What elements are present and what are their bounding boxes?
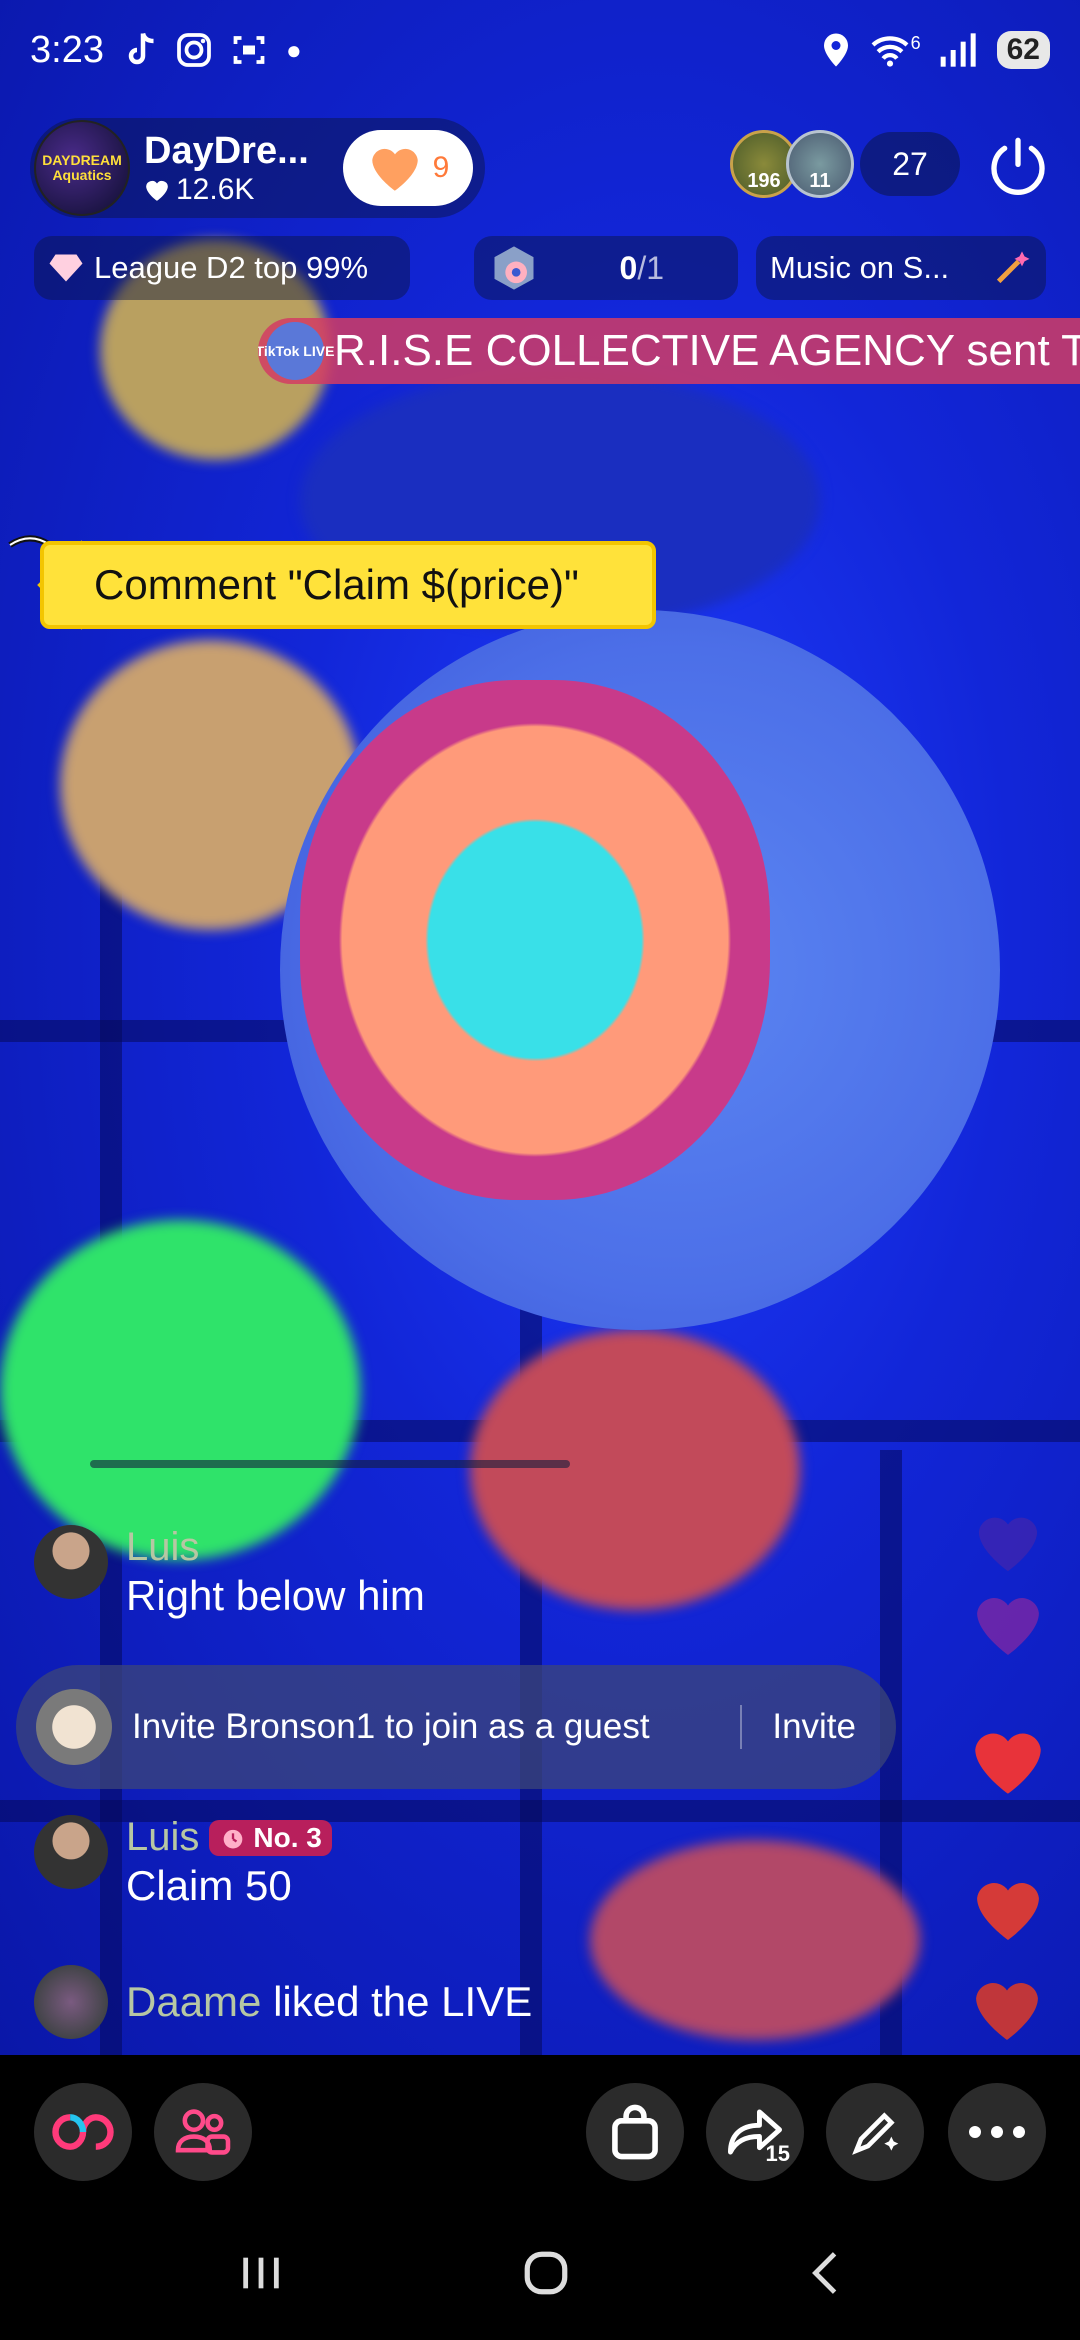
signal-icon xyxy=(940,33,976,67)
goal-chip[interactable]: 0/1 xyxy=(474,236,738,300)
activity-text: liked the LIVE xyxy=(273,1978,533,2025)
comment-text: Right below him xyxy=(126,1572,425,1619)
shop-button[interactable] xyxy=(586,2083,684,2181)
host-likes: 12.6K xyxy=(144,173,324,207)
share-button[interactable]: 15 xyxy=(706,2083,804,2181)
screenshot-icon xyxy=(233,36,265,64)
follow-button[interactable]: 9 xyxy=(343,130,473,206)
multi-guest-button[interactable] xyxy=(34,2083,132,2181)
bottom-toolbar: 15 xyxy=(0,2055,1080,2205)
host-name: DayDre... xyxy=(144,129,309,172)
comment-divider xyxy=(90,1460,570,1468)
league-chip[interactable]: League D2 top 99% xyxy=(34,236,410,300)
top-viewer-1-score: 196 xyxy=(747,170,781,192)
status-bar: 3:23 ● 6 62 xyxy=(0,0,1080,100)
commenter-name[interactable]: Luis xyxy=(126,1525,425,1570)
activity-user[interactable]: Daame xyxy=(126,1978,261,2025)
invite-button[interactable]: Invite xyxy=(762,1707,876,1747)
instagram-icon xyxy=(177,33,211,67)
league-label: League D2 top 99% xyxy=(94,250,369,285)
people-icon xyxy=(175,2109,231,2155)
host-profile-pill[interactable]: DAYDREAM Aquatics DayDre... 12.6K 9 xyxy=(30,118,485,218)
heart-icon xyxy=(976,1983,1038,2040)
alarm-clock-icon xyxy=(224,1829,243,1848)
commenter-name-row: Luis No. 3 xyxy=(126,1815,332,1860)
back-icon[interactable] xyxy=(808,2250,842,2296)
invite-divider xyxy=(740,1705,743,1749)
guest-invite-bar: Invite Bronson1 to join as a guest Invit… xyxy=(16,1665,896,1789)
effects-button[interactable] xyxy=(826,2083,924,2181)
wifi-label: 6 xyxy=(910,33,921,53)
goal-gift-icon xyxy=(494,246,534,290)
activity-avatar[interactable] xyxy=(34,1965,108,2039)
heart-fill-icon xyxy=(371,148,418,191)
heart-icon xyxy=(146,180,168,201)
gift-banner-text: R.I.S.E COLLECTIVE AGENCY sent T xyxy=(334,326,1080,375)
magic-pen-icon xyxy=(852,2112,899,2155)
coral-green xyxy=(0,1220,360,1560)
notification-dot-icon: ● xyxy=(285,34,302,65)
tiktok-icon xyxy=(128,32,154,65)
battery-indicator: 62 xyxy=(996,31,1050,69)
diamond-icon xyxy=(49,254,83,282)
viewer-count[interactable]: 27 xyxy=(860,132,960,196)
power-icon[interactable] xyxy=(986,135,1050,199)
goal-progress: 0 xyxy=(619,249,638,286)
goal-total: /1 xyxy=(637,249,664,286)
invitee-avatar xyxy=(36,1689,112,1765)
activity-item[interactable]: Daame liked the LIVE xyxy=(34,1965,532,2039)
host-avatar[interactable]: DAYDREAM Aquatics xyxy=(34,120,130,216)
floating-hearts xyxy=(960,1500,1060,2040)
coral-red xyxy=(470,1330,800,1610)
wifi-icon: 6 xyxy=(869,33,921,67)
music-label: Music on S... xyxy=(770,250,950,285)
magic-wand-icon xyxy=(996,251,1030,284)
home-icon[interactable] xyxy=(521,2248,571,2298)
top-viewer-2-score: 11 xyxy=(809,170,831,192)
heart-icon xyxy=(977,1598,1039,1655)
comment-item[interactable]: Luis Right below him xyxy=(34,1525,425,1620)
location-icon xyxy=(823,33,848,67)
comment-item[interactable]: Luis No. 3 Claim 50 xyxy=(34,1815,332,1910)
link-loop-icon xyxy=(52,2114,114,2150)
guests-button[interactable] xyxy=(154,2083,252,2181)
price-tag-sticker[interactable]: Comment "Claim $(price)" xyxy=(0,525,680,635)
shopping-bag-icon xyxy=(612,2104,658,2160)
heart-icon xyxy=(977,1883,1039,1940)
coral-red-bottom xyxy=(590,1840,920,2040)
system-nav-bar xyxy=(0,2205,1080,2340)
tiktok-live-icon: TikTok LIVE xyxy=(258,322,334,380)
top-viewer-2[interactable]: 11 xyxy=(786,130,854,198)
rank-badge: No. 3 xyxy=(209,1819,332,1856)
invite-text: Invite Bronson1 to join as a guest xyxy=(132,1707,650,1746)
more-dots-icon xyxy=(969,2126,1025,2138)
more-button[interactable] xyxy=(948,2083,1046,2181)
comment-text: Claim 50 xyxy=(126,1862,292,1909)
coral-blastomussa xyxy=(300,680,770,1200)
commenter-avatar[interactable] xyxy=(34,1815,108,1889)
commenter-name[interactable]: Luis xyxy=(126,1815,199,1860)
gift-announcement-banner: TikTok LIVE R.I.S.E COLLECTIVE AGENCY se… xyxy=(258,318,1080,384)
host-avatar-logo: DAYDREAM Aquatics xyxy=(42,151,122,183)
price-tag-text: Comment "Claim $(price)" xyxy=(94,561,579,608)
music-chip[interactable]: Music on S... xyxy=(756,236,1046,300)
heart-icon xyxy=(975,1733,1041,1794)
host-likes-count: 12.6K xyxy=(176,172,255,206)
clock: 3:23 xyxy=(30,28,104,71)
commenter-avatar[interactable] xyxy=(34,1525,108,1599)
recent-apps-icon[interactable] xyxy=(238,2253,284,2293)
heart-icon xyxy=(978,1517,1038,1572)
follow-count: 9 xyxy=(432,151,450,184)
share-count: 15 xyxy=(765,2141,790,2166)
rank-badge-label: No. 3 xyxy=(253,1821,322,1853)
top-viewers[interactable]: 196 11 27 xyxy=(730,130,960,198)
